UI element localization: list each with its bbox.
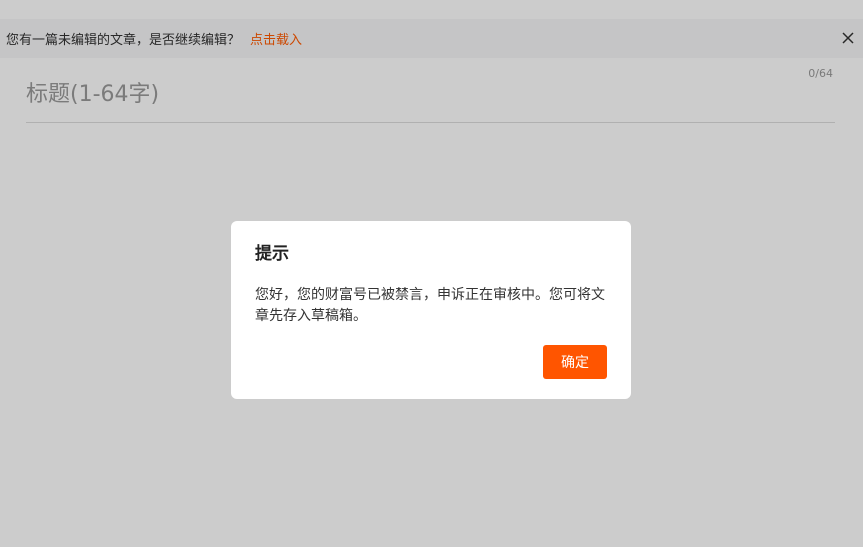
dialog-message: 您好，您的财富号已被禁言，申诉正在审核中。您可将文章先存入草稿箱。 <box>255 287 605 324</box>
confirm-button[interactable]: 确定 <box>543 345 607 379</box>
dialog-title: 提示 <box>255 244 289 264</box>
alert-dialog: 提示 您好，您的财富号已被禁言，申诉正在审核中。您可将文章先存入草稿箱。 确定 <box>231 221 631 399</box>
